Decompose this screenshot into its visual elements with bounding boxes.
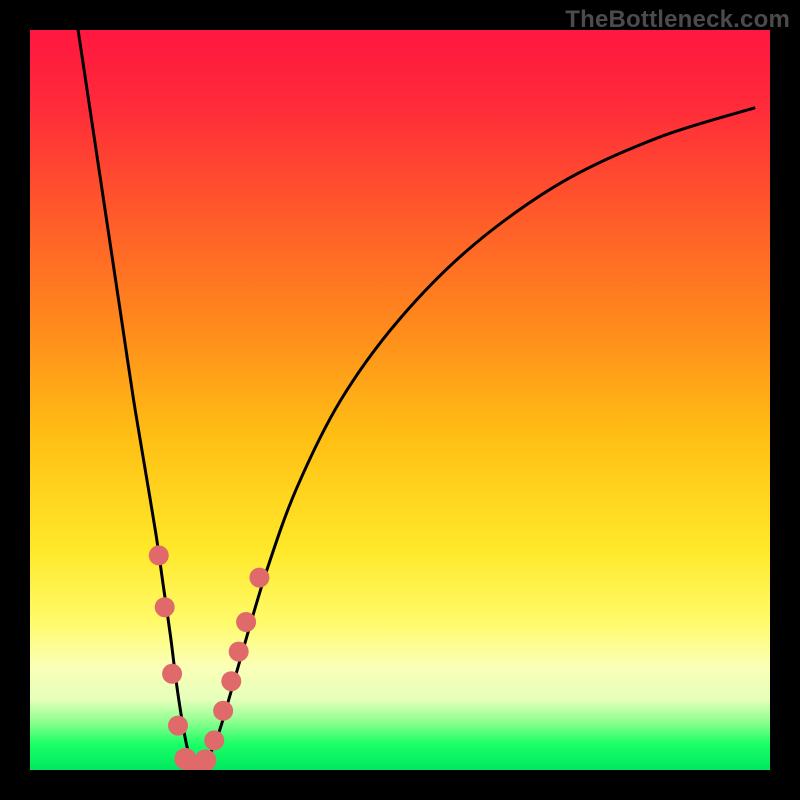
data-point (155, 597, 175, 617)
data-point (229, 642, 249, 662)
data-point (213, 701, 233, 721)
data-point (149, 545, 169, 565)
gradient-background (30, 30, 770, 770)
bottleneck-chart (30, 30, 770, 770)
data-point (221, 671, 241, 691)
data-point (162, 664, 182, 684)
data-point (236, 612, 256, 632)
data-point (204, 730, 224, 750)
data-point (168, 716, 188, 736)
plot-area (30, 30, 770, 770)
data-point (249, 568, 269, 588)
watermark-text: TheBottleneck.com (565, 6, 790, 34)
chart-frame: TheBottleneck.com (0, 0, 800, 800)
